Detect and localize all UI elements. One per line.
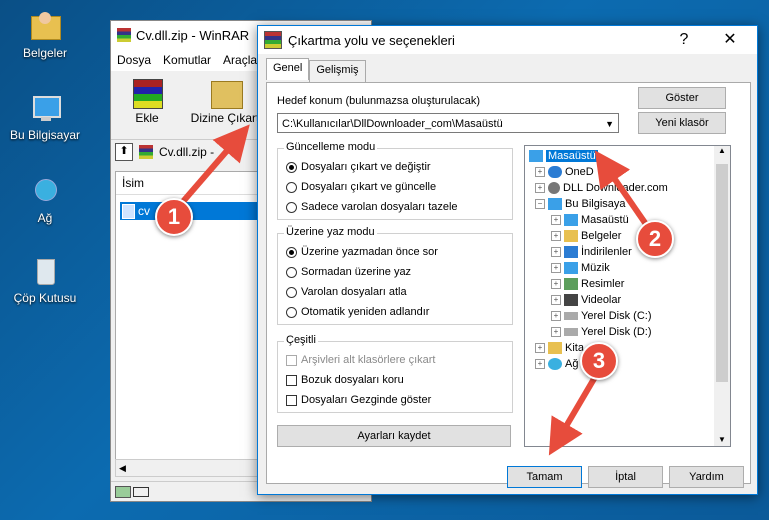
annotation-arrows: [177, 124, 653, 456]
annotation-badge-3: 3: [580, 342, 618, 380]
arrow-3: [548, 370, 601, 456]
annotation-badge-1: 1: [155, 198, 193, 236]
arrow-1: [177, 124, 250, 207]
annotation-badge-2: 2: [636, 220, 674, 258]
arrow-2: [594, 150, 653, 232]
